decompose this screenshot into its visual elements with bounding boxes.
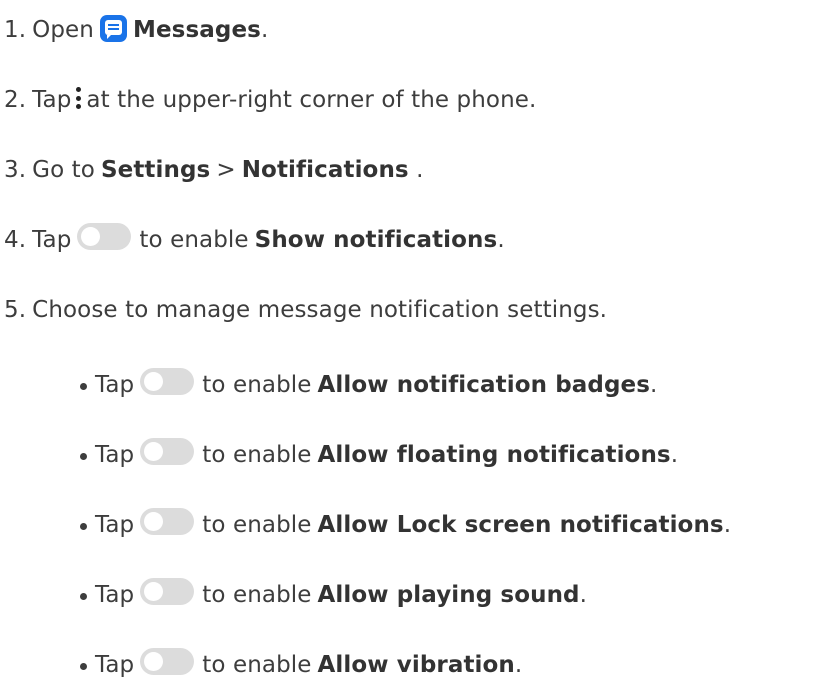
notifications-label: Notifications <box>241 157 409 183</box>
step-text: Tap <box>32 87 72 113</box>
app-name: Messages <box>133 17 261 43</box>
bullet-icon <box>80 592 87 600</box>
step-text: at the upper-right corner of the phone. <box>86 87 537 113</box>
substep-text: Tap <box>95 512 135 538</box>
substep-4: Tap to enable Allow playing sound. <box>80 575 587 615</box>
toggle-switch-icon <box>140 647 195 675</box>
substep-text: Tap <box>95 652 135 678</box>
step-5: 5. Choose to manage message notification… <box>4 290 607 330</box>
step-number: 1. <box>4 17 27 43</box>
step-text: Open <box>32 17 94 43</box>
step-number: 4. <box>4 227 27 253</box>
more-vertical-icon <box>74 87 82 109</box>
step-1: 1. Open Messages. <box>4 10 268 50</box>
messages-app-icon <box>100 14 127 42</box>
toggle-switch-icon <box>140 437 195 465</box>
substep-1: Tap to enable Allow notification badges. <box>80 365 657 405</box>
step-text: Go to <box>32 157 95 183</box>
setting-name: Allow vibration <box>317 652 515 678</box>
toggle-switch-icon <box>140 577 195 605</box>
step-number: 2. <box>4 87 27 113</box>
step-number: 3. <box>4 157 27 183</box>
setting-name: Allow playing sound <box>317 582 580 608</box>
substep-text: Tap <box>95 442 135 468</box>
step-3: 3. Go to Settings > Notifications . <box>4 157 424 183</box>
bullet-icon <box>80 522 87 530</box>
substep-text: to enable <box>202 442 312 468</box>
setting-name: Allow Lock screen notifications <box>317 512 724 538</box>
substep-text: to enable <box>202 582 312 608</box>
substep-2: Tap to enable Allow floating notificatio… <box>80 435 678 475</box>
substep-text: Tap <box>95 372 135 398</box>
step-2: 2. Tap at the upper-right corner of the … <box>4 80 536 120</box>
separator: > <box>216 157 236 183</box>
step-text: Tap <box>32 227 72 253</box>
bullet-icon <box>80 662 87 670</box>
substep-text: to enable <box>202 652 312 678</box>
step-text: to enable <box>139 227 249 253</box>
substep-3: Tap to enable Allow Lock screen notifica… <box>80 505 731 545</box>
settings-label: Settings <box>100 157 211 183</box>
substep-text: Tap <box>95 582 135 608</box>
bullet-icon <box>80 382 87 390</box>
toggle-switch-icon <box>140 367 195 395</box>
step-text: Choose to manage message notification se… <box>32 297 608 323</box>
substep-text: to enable <box>202 512 312 538</box>
toggle-switch-icon <box>140 507 195 535</box>
bullet-icon <box>80 452 87 460</box>
setting-name: Allow floating notifications <box>317 442 671 468</box>
substep-5: Tap to enable Allow vibration. <box>80 645 522 685</box>
step-4: 4. Tap to enable Show notifications. <box>4 220 505 260</box>
step-number: 5. <box>4 297 27 323</box>
setting-name: Show notifications <box>254 227 498 253</box>
setting-name: Allow notification badges <box>317 372 651 398</box>
toggle-switch-icon <box>77 222 132 250</box>
substep-text: to enable <box>202 372 312 398</box>
